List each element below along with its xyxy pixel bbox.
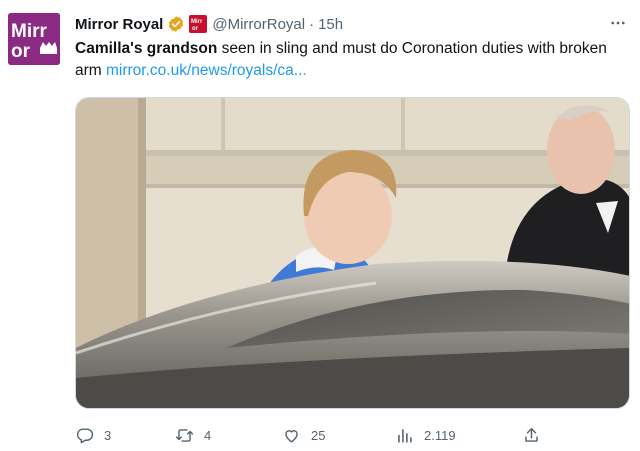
verified-badge-icon[interactable] — [167, 15, 185, 33]
tweet-link[interactable]: mirror.co.uk/news/royals/ca... — [106, 62, 307, 79]
author-name[interactable]: Mirror Royal — [75, 16, 163, 33]
mirror-logo-icon: Mirr or — [8, 13, 60, 65]
separator-dot: · — [309, 15, 315, 33]
avatar-logo-top: Mirr — [11, 21, 48, 42]
tweet-photo[interactable] — [75, 97, 630, 409]
share-button[interactable] — [522, 422, 541, 448]
retweet-icon — [175, 428, 194, 442]
affiliate-badge-icon[interactable]: Mirr or — [189, 15, 208, 33]
tweet-header: Mirror Royal Mirr or @MirrorRoyal · 15h — [75, 13, 640, 35]
views-count: 2.119 — [424, 427, 456, 443]
reply-button[interactable]: 3 — [75, 422, 111, 448]
retweet-button[interactable]: 4 — [175, 422, 211, 448]
like-button[interactable]: 25 — [282, 422, 325, 448]
reply-icon — [76, 427, 94, 443]
tweet-text: Camilla's grandson seen in sling and mus… — [75, 38, 623, 82]
tweet-time[interactable]: 15h — [318, 16, 343, 33]
svg-text:Mirr: Mirr — [191, 19, 203, 25]
tweet-actions: 3 4 25 2.119 — [75, 422, 630, 448]
svg-text:or: or — [192, 26, 199, 32]
reply-count: 3 — [104, 427, 112, 443]
more-icon[interactable] — [608, 13, 628, 33]
like-count: 25 — [311, 427, 326, 443]
retweet-count: 4 — [204, 427, 212, 443]
avatar[interactable]: Mirr or — [8, 13, 60, 65]
views-icon — [398, 428, 412, 443]
views-button[interactable]: 2.119 — [395, 422, 456, 448]
avatar-logo-bottom: or — [11, 41, 31, 62]
tweet-text-bold: Camilla's grandson — [75, 40, 218, 57]
author-handle[interactable]: @MirrorRoyal — [212, 16, 305, 33]
photo-image — [76, 98, 629, 408]
like-icon — [285, 429, 298, 443]
share-icon — [525, 427, 538, 442]
